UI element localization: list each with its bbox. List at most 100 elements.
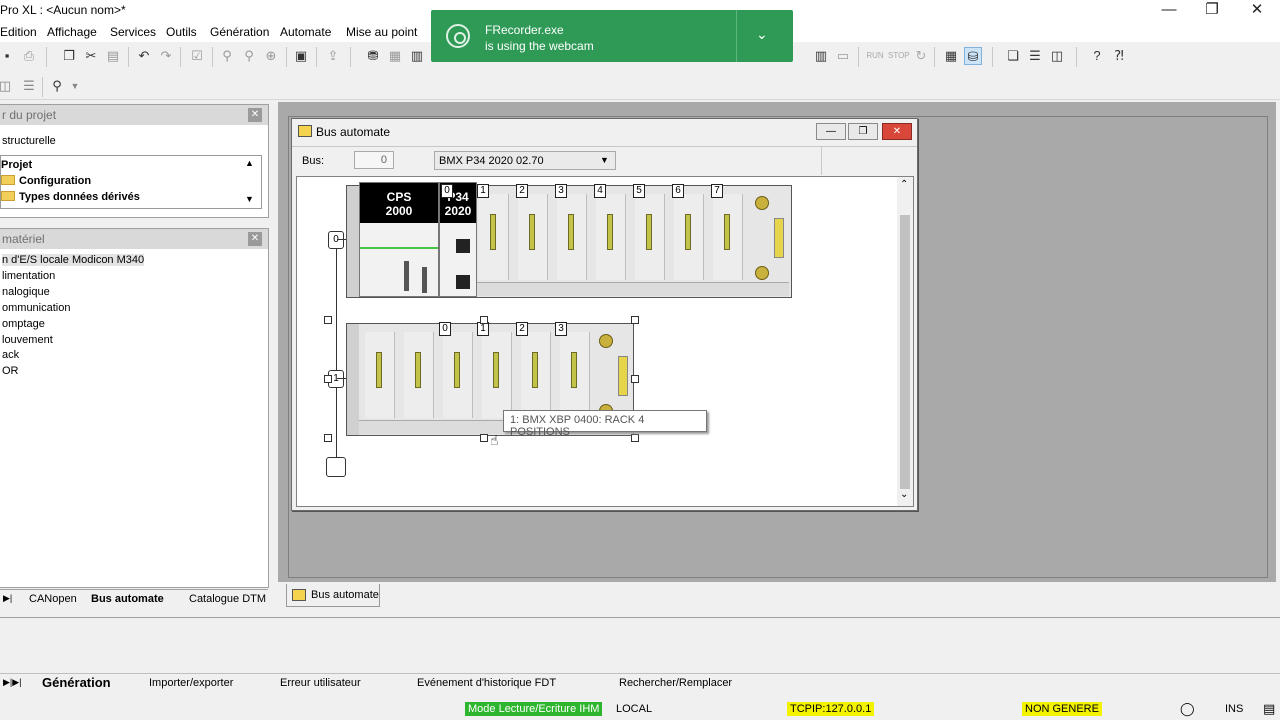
selection-handle[interactable] [324, 434, 332, 442]
rack-slot[interactable] [482, 332, 512, 418]
build-icon[interactable]: ⛃ [364, 47, 382, 65]
tab-generation[interactable]: Génération [42, 675, 111, 690]
columns-icon[interactable]: ◫ [0, 77, 14, 95]
rack-slot[interactable] [479, 194, 509, 280]
help-icon[interactable]: ? [1088, 47, 1106, 65]
rebuild-icon[interactable]: ▦ [386, 47, 404, 65]
rack-0[interactable]: CPS 2000 P34 2020 0 1 2 3 4 5 6 7 [346, 182, 792, 298]
close-button[interactable]: ✕ [882, 123, 912, 140]
stop-icon[interactable]: STOP [888, 47, 910, 65]
catalog-item[interactable]: n d'E/S locale Modicon M340 [2, 254, 145, 266]
tab-bus-automate[interactable]: Bus automate [91, 593, 164, 605]
catalog-item[interactable]: omptage [2, 318, 45, 330]
undo-icon[interactable]: ↶ [135, 47, 153, 65]
cut-icon[interactable]: ✂ [82, 47, 100, 65]
plc-icon[interactable]: ▦ [942, 47, 960, 65]
tab-erreur-utilisateur[interactable]: Erreur utilisateur [280, 677, 361, 689]
tab-bus-automate-window[interactable]: Bus automate [286, 584, 380, 607]
tree-item-projet[interactable]: Projet [1, 159, 32, 171]
menu-outils[interactable]: Outils [166, 25, 197, 39]
minimize-button[interactable]: — [816, 123, 846, 140]
tab-nav-icon[interactable]: ▶| [3, 593, 12, 604]
catalog-item[interactable]: OR [2, 365, 19, 377]
restore-button[interactable]: ❐ [1189, 0, 1235, 22]
tab-catalogue-dtm[interactable]: Catalogue DTM [189, 593, 266, 605]
rack-slot[interactable] [404, 332, 434, 418]
close-button[interactable]: ✕ [1234, 0, 1280, 22]
menu-affichage[interactable]: Affichage [47, 25, 97, 39]
configure-icon[interactable]: ▥ [408, 47, 426, 65]
monitor-icon[interactable]: ▭ [834, 47, 852, 65]
cpu-select[interactable]: BMX P34 2020 02.70 [434, 151, 616, 170]
selection-handle[interactable] [324, 375, 332, 383]
screen-icon[interactable]: ▣ [292, 47, 310, 65]
replace-icon[interactable]: ⚲ [240, 47, 258, 65]
scroll-up-icon[interactable]: ▲ [245, 158, 254, 168]
print-icon[interactable]: ⎙ [20, 47, 38, 65]
chevron-down-icon[interactable]: ⌄ [756, 26, 768, 43]
catalog-item[interactable]: louvement [2, 334, 53, 346]
minimize-button[interactable]: — [1146, 0, 1192, 22]
selection-handle[interactable] [480, 434, 488, 442]
scroll-down-icon[interactable]: ▼ [245, 194, 254, 204]
copy-icon[interactable]: ❐ [60, 47, 78, 65]
rack-canvas[interactable]: ⌃ ⌄ 0 1 CPS 2000 P34 2020 0 1 2 3 4 5 6 … [296, 176, 914, 507]
zoom-icon[interactable]: ⊕ [262, 47, 280, 65]
selection-handle[interactable] [631, 434, 639, 442]
dropdown-icon[interactable]: ▼ [66, 77, 84, 95]
catalog-item[interactable]: limentation [2, 270, 55, 282]
catalog-item[interactable]: ommunication [2, 302, 70, 314]
rack-slot[interactable] [560, 332, 590, 418]
tab-canopen[interactable]: CANopen [29, 593, 77, 605]
scroll-down-icon[interactable]: ⌄ [900, 489, 908, 500]
chevron-down-icon[interactable]: ▼ [600, 155, 609, 165]
zoom-icon[interactable]: ⚲ [48, 77, 66, 95]
menu-generation[interactable]: Génération [210, 25, 269, 39]
save-icon[interactable]: ▪ [0, 47, 16, 65]
selection-handle[interactable] [324, 316, 332, 324]
tab-importer-exporter[interactable]: Importer/exporter [149, 677, 233, 689]
context-help-icon[interactable]: ⁈ [1110, 47, 1128, 65]
rack-slot[interactable] [443, 332, 473, 418]
paste-icon[interactable]: ▤ [104, 47, 122, 65]
rows-icon[interactable]: ☰ [20, 77, 38, 95]
close-icon[interactable]: ✕ [248, 108, 262, 122]
close-icon[interactable]: ✕ [248, 232, 262, 246]
selection-handle[interactable] [480, 316, 488, 324]
rack-slot[interactable] [635, 194, 665, 280]
bus-number-field[interactable]: 0 [354, 151, 394, 169]
tree-item-types[interactable]: Types données dérivés [19, 191, 140, 203]
rack-slot[interactable] [713, 194, 743, 280]
network-icon[interactable]: ⛁ [964, 47, 982, 65]
rack-0-address[interactable]: 0 [328, 231, 344, 249]
selection-handle[interactable] [631, 316, 639, 324]
menu-mise-au-point[interactable]: Mise au point [346, 25, 417, 39]
tab-nav-icon[interactable]: ▶|▶| [3, 677, 22, 688]
rack-slot[interactable] [365, 332, 395, 418]
rack-slot[interactable] [518, 194, 548, 280]
maximize-button[interactable]: ❐ [848, 123, 878, 140]
rack-slot[interactable] [521, 332, 551, 418]
validate-icon[interactable]: ☑ [188, 47, 206, 65]
catalog-item[interactable]: nalogique [2, 286, 50, 298]
add-rack-slot[interactable] [326, 457, 346, 477]
webcam-notification[interactable]: FRecorder.exe is using the webcam ⌄ [431, 10, 793, 62]
selection-handle[interactable] [631, 375, 639, 383]
scrollbar-thumb[interactable] [900, 215, 910, 489]
rack-slot[interactable] [596, 194, 626, 280]
tile-vertical-icon[interactable]: ◫ [1048, 47, 1066, 65]
menu-automate[interactable]: Automate [280, 25, 331, 39]
catalog-item[interactable]: ack [2, 349, 19, 361]
menu-edition[interactable]: Edition [0, 25, 37, 39]
rack-slot[interactable] [557, 194, 587, 280]
tab-evenement-historique[interactable]: Evénement d'historique FDT [417, 677, 556, 689]
power-supply-module[interactable]: CPS 2000 [359, 182, 439, 297]
cycle-icon[interactable]: ↻ [912, 47, 930, 65]
find-icon[interactable]: ⚲ [218, 47, 236, 65]
vertical-scrollbar[interactable]: ⌃ ⌄ [897, 177, 913, 506]
tab-rechercher-remplacer[interactable]: Rechercher/Remplacer [619, 677, 732, 689]
cpu-module[interactable]: P34 2020 [439, 182, 477, 297]
run-icon[interactable]: RUN [866, 47, 884, 65]
cascade-icon[interactable]: ❏ [1004, 47, 1022, 65]
menu-services[interactable]: Services [110, 25, 156, 39]
